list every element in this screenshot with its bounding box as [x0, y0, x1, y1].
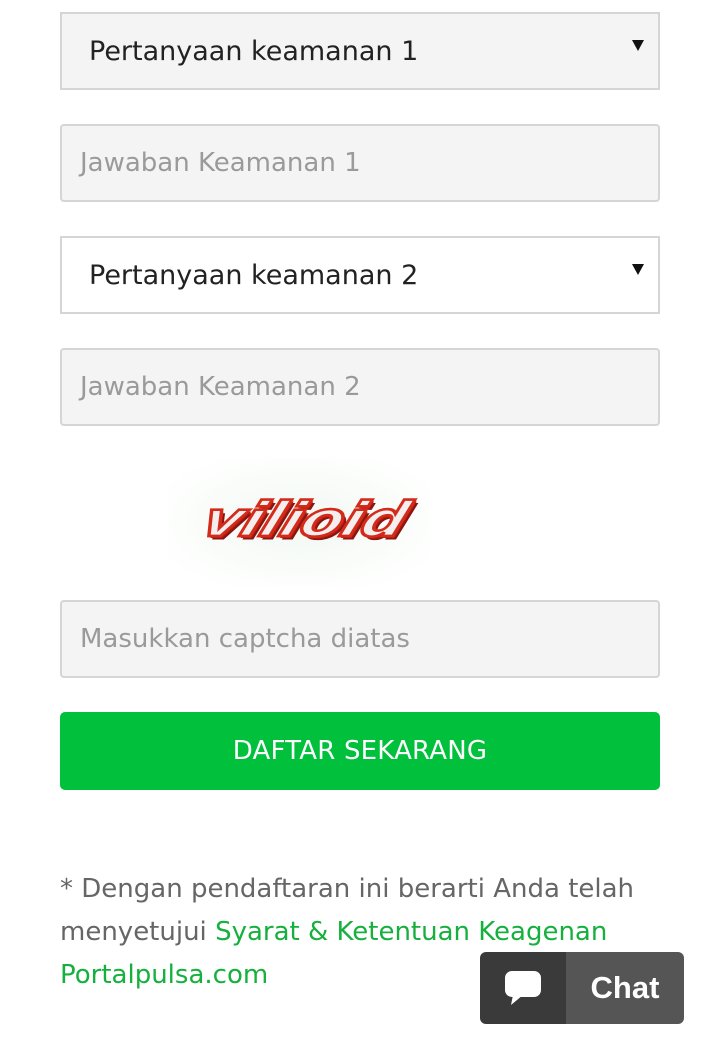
security-question-2-value: Pertanyaan keamanan 2 — [89, 259, 419, 291]
security-answer-2-placeholder: Jawaban Keamanan 2 — [80, 372, 361, 402]
captcha-input[interactable]: Masukkan captcha diatas — [60, 600, 660, 678]
security-question-1-select[interactable]: Pertanyaan keamanan 1 — [60, 12, 660, 90]
security-question-1-value: Pertanyaan keamanan 1 — [89, 35, 419, 67]
chat-widget-button[interactable]: Chat — [480, 952, 684, 1024]
dropdown-arrow-icon — [632, 40, 644, 51]
captcha-image: vilioid vilioid vilioid — [168, 458, 430, 586]
security-answer-2-input[interactable]: Jawaban Keamanan 2 — [60, 348, 660, 426]
security-answer-1-input[interactable]: Jawaban Keamanan 1 — [60, 124, 660, 202]
register-now-button[interactable]: DAFTAR SEKARANG — [60, 712, 660, 790]
security-question-2-select[interactable]: Pertanyaan keamanan 2 — [60, 236, 660, 314]
captcha-text: vilioid — [194, 492, 419, 548]
security-answer-1-placeholder: Jawaban Keamanan 1 — [80, 148, 361, 178]
registration-page: Pertanyaan keamanan 1 Jawaban Keamanan 1… — [0, 0, 720, 1060]
dropdown-arrow-icon — [632, 264, 644, 275]
chat-bubble-icon — [480, 952, 566, 1024]
chat-label: Chat — [566, 952, 684, 1024]
captcha-placeholder: Masukkan captcha diatas — [80, 624, 410, 654]
